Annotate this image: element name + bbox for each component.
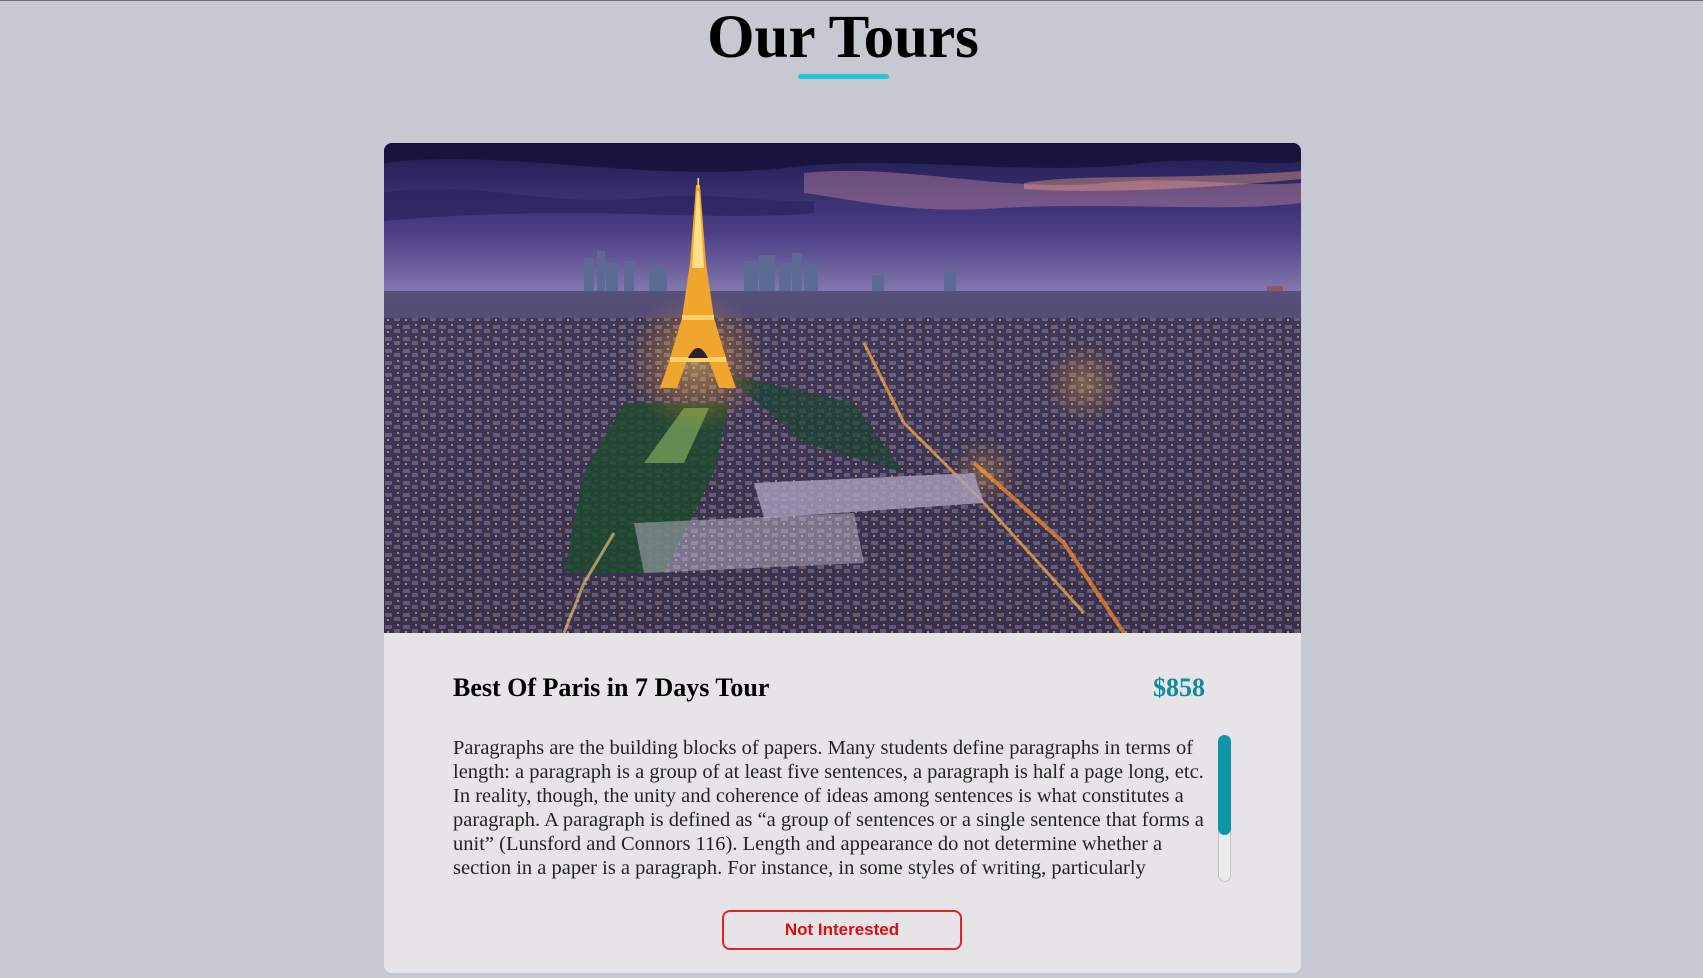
tour-card: Best Of Paris in 7 Days Tour $858 Paragr… xyxy=(384,143,1301,973)
page-title: Our Tours xyxy=(707,4,979,71)
title-underline xyxy=(798,74,889,79)
tour-price: $858 xyxy=(1153,673,1205,702)
tour-description: Paragraphs are the building blocks of pa… xyxy=(453,737,1204,879)
description-scroll-area[interactable]: Paragraphs are the building blocks of pa… xyxy=(453,736,1223,880)
tour-name: Best Of Paris in 7 Days Tour xyxy=(453,673,770,702)
not-interested-button[interactable]: Not Interested xyxy=(722,910,962,950)
tour-image xyxy=(384,143,1301,633)
scrollbar-thumb[interactable] xyxy=(1218,735,1231,835)
